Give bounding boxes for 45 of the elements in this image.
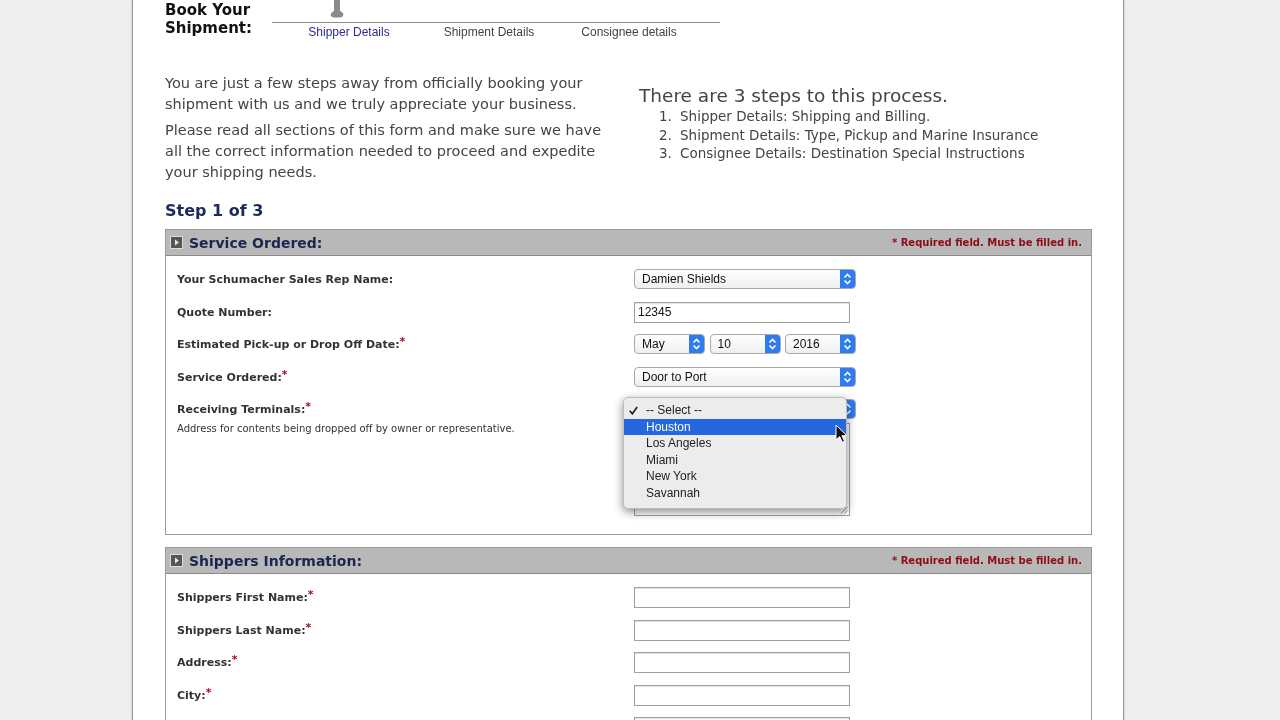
dropdown-option[interactable]: Savannah xyxy=(624,484,846,501)
step-tab[interactable]: Shipper Details xyxy=(308,25,390,40)
updown-arrows-icon xyxy=(764,335,780,353)
list-number: 3. xyxy=(659,144,673,163)
field-label: Quote Number: xyxy=(177,304,273,321)
list-item-text: Shipper Details: Shipping and Billing. xyxy=(680,107,931,126)
dropdown-select[interactable]: Door to Port xyxy=(634,366,856,387)
required-note: * Required field. Must be filled in. xyxy=(891,235,1082,250)
dropdown-option[interactable]: Houston xyxy=(624,418,846,435)
section-title: Shippers Information: xyxy=(189,551,362,570)
updown-arrows-icon xyxy=(840,367,855,386)
step-tab[interactable]: Shipment Details xyxy=(443,25,535,40)
dropdown-option[interactable]: Miami xyxy=(624,451,846,468)
step-tab[interactable]: Consignee details xyxy=(581,25,677,40)
expand-icon[interactable] xyxy=(170,554,183,567)
step-title: Step 1 of 3 xyxy=(165,201,265,221)
list-item-text: Shipment Details: Type, Pickup and Marine Insurance xyxy=(680,125,1039,144)
dropdown-select[interactable]: Damien Shields xyxy=(634,269,856,289)
list-number: 2. xyxy=(659,125,673,144)
text-input[interactable] xyxy=(634,619,850,641)
text-input[interactable] xyxy=(634,587,850,608)
dropdown-select[interactable]: May xyxy=(634,334,705,354)
intro-paragraph: You are just a few steps away from officially booking your shipment with us and we truly appreciate your business. xyxy=(165,74,584,114)
resize-handle-icon[interactable] xyxy=(840,506,848,514)
dropdown-select[interactable]: 2016 xyxy=(785,334,856,354)
list-number: 1. xyxy=(659,107,673,126)
section-title: Service Ordered: xyxy=(189,233,323,252)
updown-arrows-icon xyxy=(840,270,855,288)
dropdown-option[interactable]: -- Select -- xyxy=(624,402,846,419)
dropdown-select[interactable]: 10 xyxy=(709,334,781,354)
updown-arrows-icon xyxy=(840,335,855,353)
dropdown-option[interactable]: New York xyxy=(624,468,846,485)
expand-icon[interactable] xyxy=(170,236,183,249)
progress-marker-icon xyxy=(330,0,344,18)
text-input[interactable]: 12345 xyxy=(634,301,850,323)
updown-arrows-icon xyxy=(689,335,704,353)
page-title: Book Your Shipment: xyxy=(165,1,253,37)
steps-heading: There are 3 steps to this process. xyxy=(639,85,949,107)
required-note: * Required field. Must be filled in. xyxy=(891,553,1082,568)
text-input[interactable] xyxy=(634,652,850,673)
list-item-text: Consignee Details: Destination Special Instructions xyxy=(680,144,1025,163)
intro-paragraph: Please read all sections of this form and make sure we have all the correct information needed to proceed and expedite your shipping needs. xyxy=(165,121,603,182)
text-input[interactable] xyxy=(634,684,850,706)
field-label: Your Schumacher Sales Rep Name: xyxy=(177,272,395,288)
field-hint: Address for contents being dropped off by owner or representative. xyxy=(177,422,516,436)
